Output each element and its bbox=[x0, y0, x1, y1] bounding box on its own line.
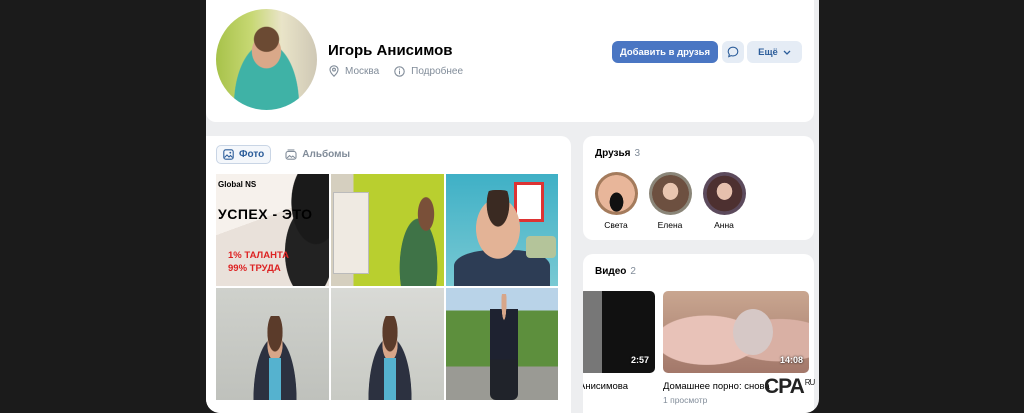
videos-count: 2 bbox=[630, 266, 636, 277]
friend-avatar bbox=[648, 172, 692, 215]
friends-title[interactable]: Друзья 3 bbox=[595, 148, 640, 159]
avatar[interactable] bbox=[216, 9, 317, 110]
friends-count: 3 bbox=[634, 148, 641, 159]
tab-photos-label: Фото bbox=[239, 149, 265, 160]
speaker-image bbox=[391, 196, 441, 286]
photo-thumbnail[interactable]: Global NS УСПЕХ - ЭТО 1% ТАЛАНТА 99% ТРУ… bbox=[216, 174, 329, 286]
message-icon bbox=[727, 46, 739, 58]
more-label: Ещё bbox=[758, 46, 778, 58]
photos-section: Фото Альбомы Global NS УСПЕХ - ЭТО 1% ТА… bbox=[206, 136, 571, 413]
video-thumbnail[interactable]: 14:08 bbox=[663, 291, 809, 373]
chevron-down-icon bbox=[783, 50, 791, 55]
photo-thumbnail[interactable] bbox=[446, 288, 558, 400]
profile-name: Игорь Анисимов bbox=[328, 42, 453, 59]
video-title[interactable]: Домашнее порно: снова bbox=[663, 381, 770, 392]
video-duration: 14:08 bbox=[779, 355, 803, 365]
friend-name: Анна bbox=[714, 220, 734, 230]
friend-name: Света bbox=[604, 220, 628, 230]
more-dropdown-button[interactable]: Ещё bbox=[747, 41, 802, 63]
info-icon bbox=[394, 65, 405, 77]
profile-header: Игорь Анисимов Москва Подробнее Добавить… bbox=[206, 0, 814, 122]
message-button[interactable] bbox=[722, 41, 744, 63]
photo-caption-lines: 1% ТАЛАНТА 99% ТРУДА bbox=[228, 249, 289, 275]
friend-item[interactable]: Света bbox=[591, 172, 641, 230]
more-info-link[interactable]: Подробнее bbox=[411, 66, 463, 77]
friend-item[interactable]: Анна bbox=[699, 172, 749, 230]
photo-thumbnail[interactable] bbox=[331, 174, 444, 286]
money-image bbox=[526, 236, 556, 258]
city-label: Москва bbox=[345, 65, 380, 77]
photo-thumbnail[interactable] bbox=[216, 288, 329, 400]
shirt-image bbox=[269, 358, 281, 400]
photo-icon bbox=[223, 149, 234, 160]
flipchart-image bbox=[333, 192, 369, 274]
profile-page: Игорь Анисимов Москва Подробнее Добавить… bbox=[206, 0, 819, 413]
friends-section: Друзья 3 Света Елена Анна bbox=[583, 136, 814, 240]
photo-tabs: Фото Альбомы bbox=[216, 145, 356, 164]
photo-caption-big: УСПЕХ - ЭТО bbox=[218, 206, 313, 222]
watermark-text: CPA bbox=[764, 375, 805, 398]
photo-caption-line-1: 1% ТАЛАНТА bbox=[228, 250, 290, 261]
shirt-image bbox=[384, 358, 396, 400]
video-views: 1 просмотр bbox=[663, 395, 708, 405]
friend-item[interactable]: Елена bbox=[645, 172, 695, 230]
add-friend-button[interactable]: Добавить в друзья bbox=[612, 41, 718, 63]
video-duration: 2:57 bbox=[630, 355, 649, 365]
video-thumbnail[interactable]: 2:57 bbox=[583, 291, 655, 373]
person-face-image bbox=[470, 190, 526, 260]
tab-photos[interactable]: Фото bbox=[216, 145, 272, 164]
tab-albums-label: Альбомы bbox=[302, 149, 351, 160]
tab-albums[interactable]: Альбомы bbox=[279, 145, 356, 164]
friends-title-label: Друзья bbox=[595, 148, 631, 159]
videos-title[interactable]: Видео 2 bbox=[595, 266, 636, 277]
photo-caption-top: Global NS bbox=[218, 180, 257, 189]
blur-overlay bbox=[733, 309, 773, 355]
photo-thumbnail[interactable] bbox=[446, 174, 558, 286]
photo-caption-line-2: 99% ТРУДА bbox=[228, 263, 281, 274]
albums-icon bbox=[285, 149, 297, 160]
friend-avatar bbox=[594, 172, 638, 215]
friend-avatar bbox=[702, 172, 746, 215]
video-title[interactable]: Анисимова bbox=[583, 381, 628, 392]
friend-name: Елена bbox=[657, 220, 683, 230]
profile-meta: Москва Подробнее bbox=[329, 65, 463, 77]
videos-title-label: Видео bbox=[595, 266, 627, 277]
location-pin-icon bbox=[329, 65, 339, 77]
watermark-logo: CPARU bbox=[764, 375, 816, 399]
person-standing-image bbox=[490, 294, 518, 400]
watermark-sup: RU bbox=[804, 378, 816, 387]
photo-thumbnail[interactable] bbox=[331, 288, 444, 400]
